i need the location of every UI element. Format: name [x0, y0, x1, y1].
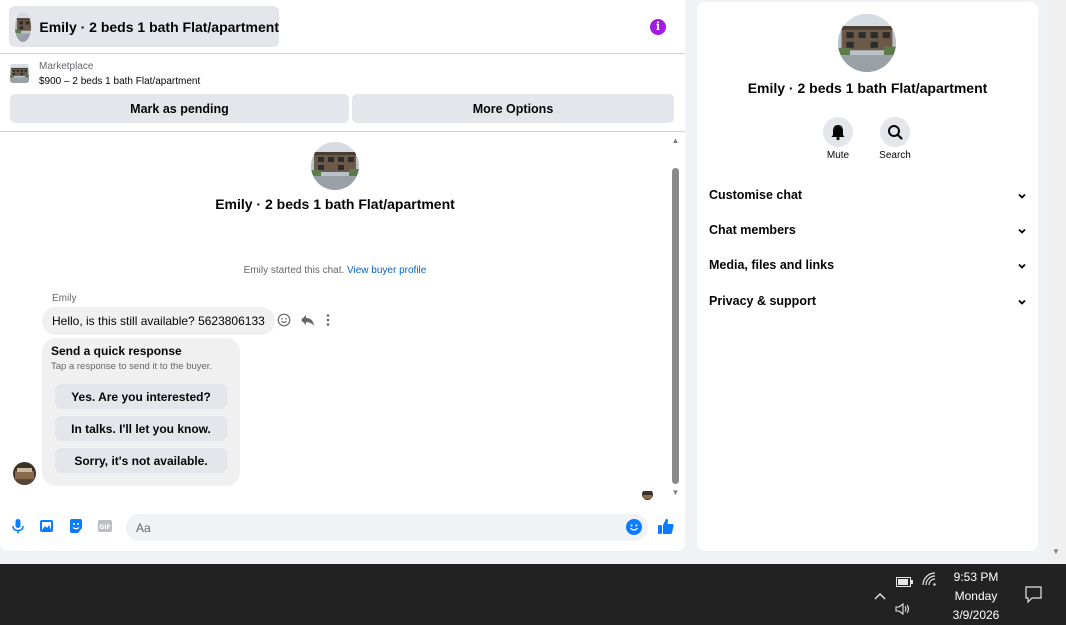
section-customise-chat[interactable]: Customise chat	[709, 188, 1027, 208]
message-input[interactable]	[126, 514, 648, 541]
section-label: Customise chat	[709, 188, 803, 202]
chat-started-line: Emily started this chat. View buyer prof…	[0, 265, 670, 276]
svg-text:GIF: GIF	[99, 524, 110, 531]
volume-icon[interactable]	[895, 602, 911, 620]
emoji-icon[interactable]	[626, 519, 642, 535]
quick-response-title: Send a quick response	[51, 344, 182, 358]
chat-panel: Emily · 2 beds 1 bath Flat/apartment i M…	[0, 0, 685, 551]
photo-icon[interactable]	[39, 518, 55, 534]
conversation-title: Emily · 2 beds 1 bath Flat/apartment	[215, 196, 455, 212]
mute-button[interactable]	[823, 117, 853, 147]
battery-icon[interactable]	[896, 574, 913, 592]
search-label: Search	[879, 150, 911, 161]
section-label: Chat members	[709, 223, 796, 237]
chat-started-text: Emily started this chat.	[243, 265, 345, 276]
listing-avatar	[15, 12, 31, 42]
info-icon[interactable]: i	[650, 19, 666, 35]
composer: GIF	[0, 510, 685, 545]
quick-response-card: Send a quick response Tap a response to …	[42, 338, 240, 486]
sender-name: Emily	[52, 293, 77, 304]
more-options-button[interactable]: More Options	[352, 94, 674, 123]
view-buyer-profile-link[interactable]: View buyer profile	[347, 265, 426, 276]
section-media-files-links[interactable]: Media, files and links	[709, 258, 1027, 278]
section-label: Privacy & support	[709, 294, 816, 308]
section-privacy-support[interactable]: Privacy & support	[709, 294, 1027, 314]
chevron-up-icon[interactable]	[873, 588, 887, 606]
bell-icon	[831, 125, 845, 141]
thumbs-up-icon[interactable]	[657, 517, 675, 535]
search-icon	[888, 125, 903, 140]
conversation-area: Emily · 2 beds 1 bath Flat/apartment Emi…	[0, 132, 685, 504]
taskbar-clock[interactable]: 9:53 PM Monday 3/9/2026	[940, 568, 1012, 625]
notifications-icon[interactable]	[1025, 586, 1042, 608]
clock-day: Monday	[954, 589, 998, 603]
chat-header: Emily · 2 beds 1 bath Flat/apartment i	[0, 0, 685, 54]
chat-title: Emily · 2 beds 1 bath Flat/apartment	[39, 18, 279, 35]
chevron-down-icon	[1018, 228, 1026, 234]
search-button[interactable]	[880, 117, 910, 147]
section-label: Media, files and links	[709, 258, 835, 272]
chevron-down-icon	[1018, 299, 1026, 305]
chat-scroll-thumb[interactable]	[672, 168, 679, 484]
react-emoji-icon[interactable]	[276, 313, 292, 329]
chat-scrollbar[interactable]: ▲ ▼	[670, 132, 681, 504]
more-actions-icon[interactable]	[320, 313, 336, 329]
listing-row[interactable]: Marketplace $900 – 2 beds 1 bath Flat/ap…	[0, 55, 685, 91]
listing-thumbnail	[10, 64, 29, 83]
listing-price: $900 – 2 beds 1 bath Flat/apartment	[39, 76, 201, 87]
clock-time: 9:53 PM	[953, 570, 999, 584]
mark-as-pending-button[interactable]: Mark as pending	[10, 94, 349, 123]
chevron-down-icon	[1018, 263, 1026, 269]
quick-response-yes[interactable]: Yes. Are you interested?	[55, 384, 227, 409]
info-avatar	[838, 14, 896, 72]
quick-response-subtitle: Tap a response to send it to the buyer.	[51, 361, 213, 372]
scroll-down-arrow-icon[interactable]: ▼	[671, 488, 680, 497]
page-scrollbar[interactable]: ▼	[1048, 0, 1066, 562]
reply-icon[interactable]	[299, 313, 315, 329]
page-scroll-down-icon[interactable]: ▼	[1052, 547, 1061, 556]
conversation-avatar	[311, 142, 359, 190]
buyer-avatar[interactable]	[13, 462, 36, 485]
message-bubble[interactable]: Hello, is this still available? 56238061…	[42, 307, 275, 335]
chat-info-panel: Emily · 2 beds 1 bath Flat/apartment Mut…	[697, 2, 1038, 551]
quick-response-not-available[interactable]: Sorry, it's not available.	[55, 448, 227, 473]
mute-label: Mute	[826, 150, 850, 161]
microphone-icon[interactable]	[10, 518, 26, 534]
chat-title-button[interactable]: Emily · 2 beds 1 bath Flat/apartment	[9, 6, 279, 47]
chevron-down-icon	[1018, 193, 1026, 199]
taskbar: 9:53 PM Monday 3/9/2026	[0, 564, 1066, 625]
sticker-icon[interactable]	[68, 518, 84, 534]
seen-indicator-avatar	[642, 489, 653, 500]
clock-date: 3/9/2026	[952, 608, 1000, 622]
listing-source: Marketplace	[39, 61, 94, 72]
gif-icon[interactable]: GIF	[97, 518, 113, 534]
quick-response-in-talks[interactable]: In talks. I'll let you know.	[55, 416, 227, 441]
section-chat-members[interactable]: Chat members	[709, 223, 1027, 243]
wifi-icon[interactable]	[922, 572, 936, 591]
info-title: Emily · 2 beds 1 bath Flat/apartment	[747, 80, 988, 96]
scroll-up-arrow-icon[interactable]: ▲	[671, 136, 680, 145]
